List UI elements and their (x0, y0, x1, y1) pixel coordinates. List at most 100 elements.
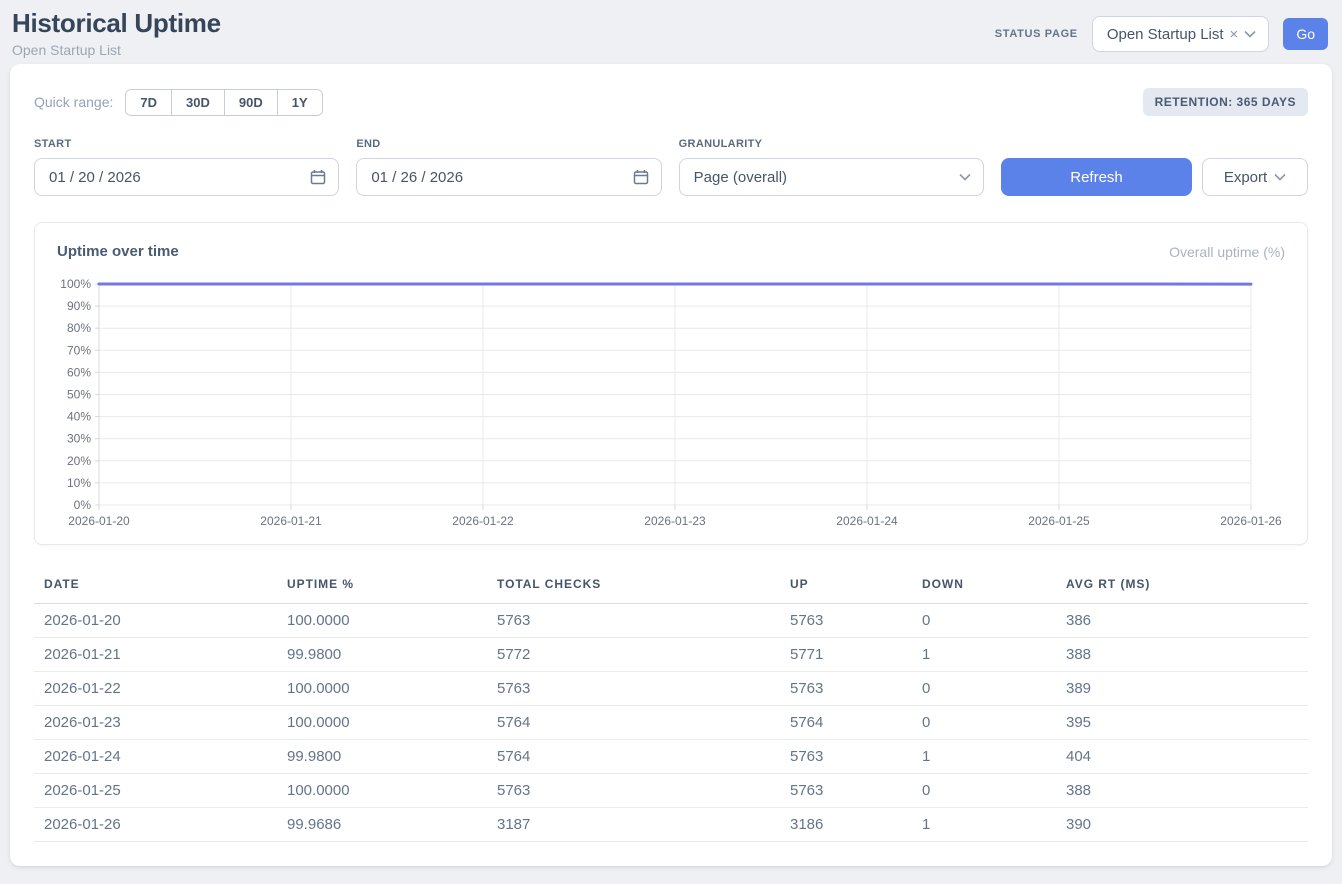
export-button[interactable]: Export (1202, 158, 1308, 196)
table-row: 2026-01-22100.0000576357630389 (34, 672, 1308, 706)
svg-text:2026-01-25: 2026-01-25 (1028, 514, 1090, 528)
chart-legend: Overall uptime (%) (1169, 244, 1285, 260)
uptime-chart-card: Uptime over time Overall uptime (%) 100%… (34, 222, 1308, 545)
table-header: DATEUPTIME %TOTAL CHECKSUPDOWNAVG RT (MS… (34, 569, 1308, 604)
svg-text:2026-01-24: 2026-01-24 (836, 514, 898, 528)
refresh-button[interactable]: Refresh (1001, 158, 1192, 196)
cell-down: 1 (912, 638, 1056, 672)
cell-date: 2026-01-25 (34, 774, 277, 808)
svg-text:80%: 80% (67, 321, 91, 335)
column-header-checks: TOTAL CHECKS (487, 569, 780, 604)
cell-date: 2026-01-21 (34, 638, 277, 672)
cell-down: 1 (912, 740, 1056, 774)
svg-text:2026-01-23: 2026-01-23 (644, 514, 706, 528)
cell-date: 2026-01-22 (34, 672, 277, 706)
table-body: 2026-01-20100.00005763576303862026-01-21… (34, 604, 1308, 842)
cell-uptime: 99.9800 (277, 638, 487, 672)
cell-uptime: 100.0000 (277, 604, 487, 638)
granularity-field: GRANULARITY Page (overall) (679, 138, 984, 196)
column-header-down: DOWN (912, 569, 1056, 604)
title-block: Historical Uptime Open Startup List (12, 8, 221, 58)
cell-date: 2026-01-24 (34, 740, 277, 774)
start-date-input[interactable]: 01 / 20 / 2026 (34, 158, 339, 196)
svg-text:70%: 70% (67, 343, 91, 357)
cell-up: 5764 (780, 706, 912, 740)
svg-text:90%: 90% (67, 299, 91, 313)
start-date-value: 01 / 20 / 2026 (49, 169, 141, 186)
cell-uptime: 100.0000 (277, 774, 487, 808)
svg-text:2026-01-20: 2026-01-20 (68, 514, 130, 528)
cell-checks: 5763 (487, 774, 780, 808)
status-page-label: STATUS PAGE (995, 28, 1078, 40)
cell-rt: 389 (1056, 672, 1308, 706)
status-page-controls: STATUS PAGE Open Startup List × Go (995, 16, 1328, 52)
quick-range-group: 7D30D90D1Y (125, 89, 322, 116)
cell-checks: 5763 (487, 604, 780, 638)
end-field: END 01 / 26 / 2026 (356, 138, 661, 196)
column-header-rt: AVG RT (MS) (1056, 569, 1308, 604)
quick-range-7d[interactable]: 7D (126, 90, 171, 115)
go-button[interactable]: Go (1283, 18, 1328, 50)
calendar-icon[interactable] (310, 169, 326, 185)
uptime-line-chart: 100%90%80%70%60%50%40%30%20%10%0%2026-01… (55, 272, 1289, 530)
end-date-value: 01 / 26 / 2026 (371, 169, 463, 186)
table-row: 2026-01-25100.0000576357630388 (34, 774, 1308, 808)
controls-row: START 01 / 20 / 2026 END 01 / 26 / 2026 … (34, 138, 1308, 196)
granularity-label: GRANULARITY (679, 138, 984, 150)
svg-text:20%: 20% (67, 454, 91, 468)
granularity-value: Page (overall) (694, 169, 787, 186)
cell-checks: 3187 (487, 808, 780, 842)
cell-uptime: 99.9800 (277, 740, 487, 774)
cell-date: 2026-01-20 (34, 604, 277, 638)
table-row: 2026-01-20100.0000576357630386 (34, 604, 1308, 638)
svg-text:0%: 0% (74, 498, 92, 512)
calendar-icon[interactable] (633, 169, 649, 185)
start-field: START 01 / 20 / 2026 (34, 138, 339, 196)
svg-text:2026-01-22: 2026-01-22 (452, 514, 514, 528)
table-row: 2026-01-23100.0000576457640395 (34, 706, 1308, 740)
cell-rt: 386 (1056, 604, 1308, 638)
page-title: Historical Uptime (12, 8, 221, 39)
cell-uptime: 99.9686 (277, 808, 487, 842)
cell-down: 0 (912, 604, 1056, 638)
cell-down: 1 (912, 808, 1056, 842)
column-header-date: DATE (34, 569, 277, 604)
chevron-down-icon (1244, 30, 1256, 38)
cell-rt: 388 (1056, 638, 1308, 672)
cell-rt: 395 (1056, 706, 1308, 740)
clear-icon[interactable]: × (1230, 27, 1239, 42)
quick-range-1y[interactable]: 1Y (277, 90, 322, 115)
cell-uptime: 100.0000 (277, 672, 487, 706)
cell-up: 5763 (780, 740, 912, 774)
retention-badge: RETENTION: 365 DAYS (1143, 88, 1308, 116)
svg-text:100%: 100% (60, 277, 91, 291)
cell-checks: 5763 (487, 672, 780, 706)
cell-checks: 5764 (487, 740, 780, 774)
cell-checks: 5764 (487, 706, 780, 740)
quick-range-label: Quick range: (34, 94, 113, 110)
status-page-value: Open Startup List (1107, 26, 1224, 43)
quick-range-row: Quick range: 7D30D90D1Y RETENTION: 365 D… (34, 88, 1308, 116)
table-row: 2026-01-2699.9686318731861390 (34, 808, 1308, 842)
table-row: 2026-01-2499.9800576457631404 (34, 740, 1308, 774)
start-label: START (34, 138, 339, 150)
status-page-select[interactable]: Open Startup List × (1092, 16, 1270, 52)
chevron-down-icon (1274, 173, 1286, 181)
cell-up: 5763 (780, 604, 912, 638)
granularity-select[interactable]: Page (overall) (679, 158, 984, 196)
cell-up: 5763 (780, 774, 912, 808)
cell-up: 5763 (780, 672, 912, 706)
svg-text:10%: 10% (67, 476, 91, 490)
quick-range-30d[interactable]: 30D (171, 90, 224, 115)
chevron-down-icon (959, 173, 971, 181)
column-header-up: UP (780, 569, 912, 604)
quick-range-90d[interactable]: 90D (224, 90, 277, 115)
end-date-input[interactable]: 01 / 26 / 2026 (356, 158, 661, 196)
uptime-table: DATEUPTIME %TOTAL CHECKSUPDOWNAVG RT (MS… (34, 569, 1308, 842)
cell-date: 2026-01-23 (34, 706, 277, 740)
svg-text:30%: 30% (67, 432, 91, 446)
svg-text:40%: 40% (67, 410, 91, 424)
cell-up: 3186 (780, 808, 912, 842)
cell-up: 5771 (780, 638, 912, 672)
svg-text:2026-01-21: 2026-01-21 (260, 514, 322, 528)
